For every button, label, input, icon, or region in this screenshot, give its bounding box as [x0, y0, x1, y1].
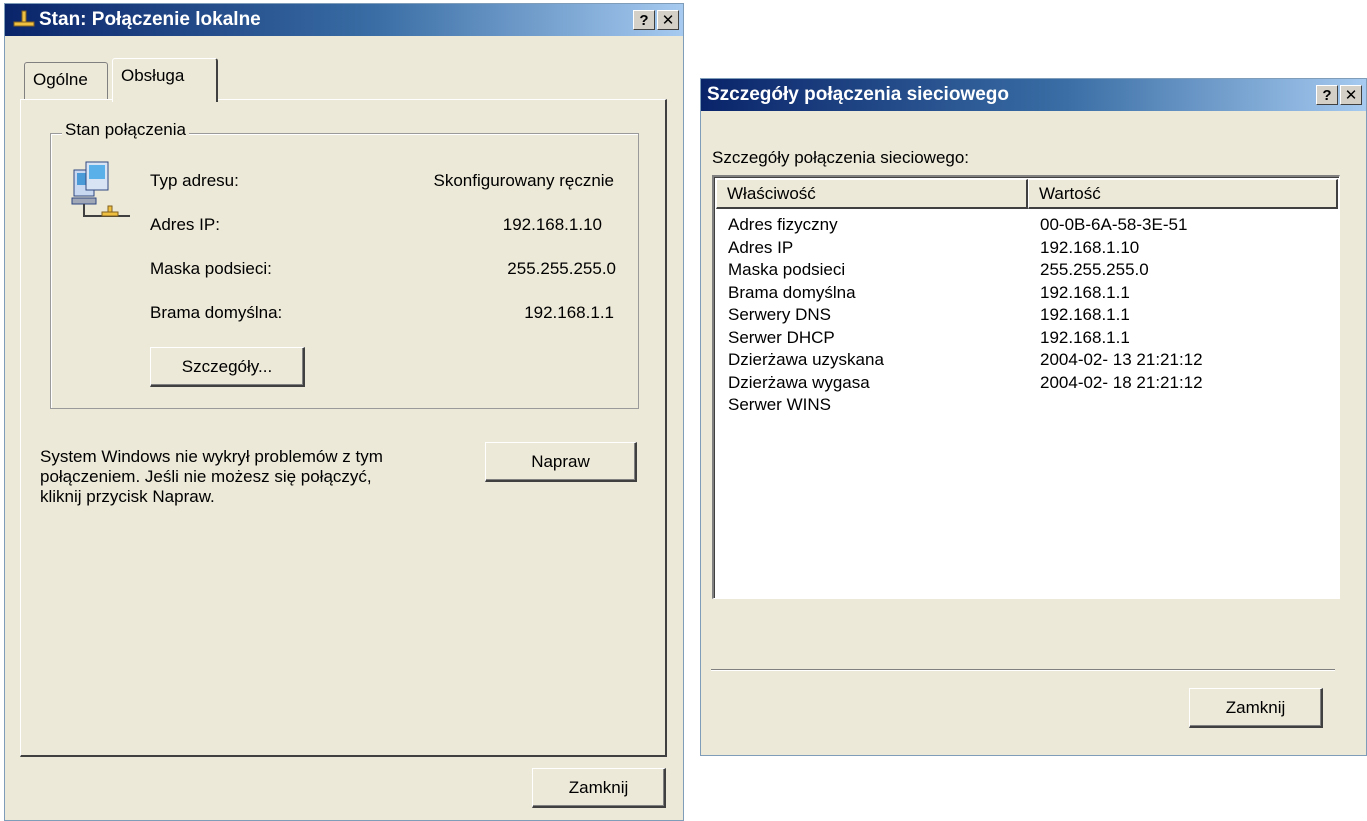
ip-address-label: Adres IP:: [150, 215, 220, 234]
tab-support[interactable]: Obsługa: [112, 58, 218, 102]
repair-message: System Windows nie wykrył problemów z ty…: [40, 447, 383, 506]
list-item[interactable]: Serwer DHCP 192.168.1.1: [728, 327, 1203, 350]
close-icon: ✕: [1344, 86, 1358, 104]
list-caption: Szczegóły połączenia sieciowego:: [712, 148, 970, 167]
subnet-mask-value: 255.255.255.0: [507, 259, 616, 278]
default-gateway-value: 192.168.1.1: [524, 303, 614, 322]
list-item[interactable]: Serwery DNS 192.168.1.1: [728, 304, 1203, 327]
help-button[interactable]: ?: [633, 10, 655, 30]
tab-general[interactable]: Ogólne: [24, 62, 108, 100]
group-label: Stan połączenia: [62, 120, 189, 140]
help-button[interactable]: ?: [1316, 85, 1338, 105]
list-header: Właściwość Wartość: [716, 179, 1338, 209]
network-computers-icon: [70, 160, 132, 222]
list-rows: Adres fizyczny 00-0B-6A-58-3E-51 Adres IP…: [728, 214, 1203, 417]
column-header-value[interactable]: Wartość: [1028, 179, 1338, 209]
divider: [711, 669, 1335, 671]
ip-address-value: 192.168.1.10: [502, 215, 602, 234]
list-item[interactable]: Dzierżawa wygasa 2004-02- 18 21:21:12: [728, 372, 1203, 395]
list-item[interactable]: Dzierżawa uzyskana 2004-02- 13 21:21:12: [728, 349, 1203, 372]
title-bar[interactable]: Stan: Połączenie lokalne ? ✕: [5, 4, 683, 36]
list-item[interactable]: Adres fizyczny 00-0B-6A-58-3E-51: [728, 214, 1203, 237]
close-window-button[interactable]: ✕: [1340, 85, 1362, 105]
default-gateway-label: Brama domyślna:: [150, 303, 283, 322]
close-icon: ✕: [661, 11, 675, 29]
network-connection-icon: [13, 10, 35, 30]
close-details-button[interactable]: Zamknij: [1189, 688, 1323, 728]
address-type-label: Typ adresu:: [150, 171, 239, 190]
address-type-value: Skonfigurowany ręcznie: [433, 171, 614, 190]
subnet-mask-label: Maska podsieci:: [150, 259, 272, 278]
list-item[interactable]: Adres IP 192.168.1.10: [728, 237, 1203, 260]
repair-button[interactable]: Napraw: [485, 442, 637, 482]
title-bar[interactable]: Szczegóły połączenia sieciowego ? ✕: [701, 79, 1366, 111]
details-button[interactable]: Szczegóły...: [150, 347, 305, 387]
list-item[interactable]: Maska podsieci 255.255.255.0: [728, 259, 1203, 282]
list-item[interactable]: Brama domyślna 192.168.1.1: [728, 282, 1203, 305]
close-window-button[interactable]: ✕: [657, 10, 679, 30]
dialog-title: Szczegóły połączenia sieciowego: [707, 84, 1009, 105]
details-list[interactable]: Właściwość Wartość Adres fizyczny 00-0B-6…: [712, 175, 1340, 599]
column-header-property[interactable]: Właściwość: [716, 179, 1028, 209]
list-item[interactable]: Serwer WINS: [728, 394, 1203, 417]
dialog-title: Stan: Połączenie lokalne: [39, 9, 261, 30]
close-dialog-button[interactable]: Zamknij: [532, 768, 666, 808]
